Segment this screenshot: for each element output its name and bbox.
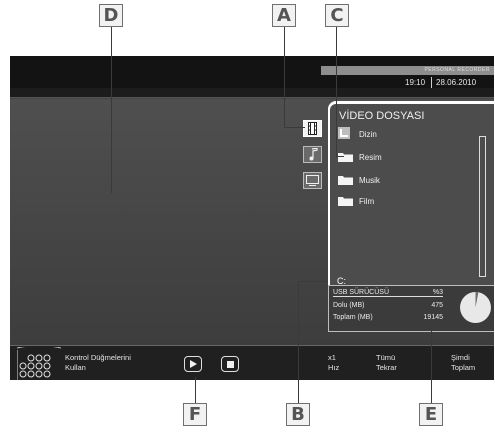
film-icon xyxy=(308,122,317,135)
callout-a-line xyxy=(284,127,305,128)
stop-icon xyxy=(226,360,234,368)
storage-gauge-slice xyxy=(475,292,479,308)
tab-music[interactable] xyxy=(303,146,322,163)
callout-e: E xyxy=(419,403,443,426)
speed-info: x1 Hız xyxy=(328,353,339,373)
storage-gauge xyxy=(460,292,491,323)
play-button[interactable] xyxy=(184,356,202,372)
time-label: Toplam xyxy=(451,363,476,372)
list-item[interactable]: Musik xyxy=(338,175,380,185)
control-hint-line1: Kontrol Düğmelerini xyxy=(65,353,131,362)
storage-percent: %3 xyxy=(432,289,443,296)
repeat-value: Tümü xyxy=(376,353,396,362)
repeat-info: Tümü Tekrar xyxy=(376,353,397,373)
list-item-label: Resim xyxy=(359,152,382,162)
storage-name-row: USB SÜRÜCÜSÜ %3 xyxy=(333,289,443,297)
time-value: Şimdi xyxy=(451,353,470,362)
storage-total-row: Toplam (MB) 19145 xyxy=(333,314,443,321)
clock-time: 19:10 xyxy=(405,78,426,87)
storage-used-value: 475 xyxy=(431,302,443,309)
callout-f: F xyxy=(183,403,207,426)
storage-used-label: Dolu (MB) xyxy=(333,302,365,309)
folder-icon xyxy=(338,175,353,185)
clock-date: 28.06.2010 xyxy=(436,78,477,87)
callout-b: B xyxy=(286,403,310,426)
list-item[interactable]: Film xyxy=(338,196,374,206)
callout-c-line xyxy=(336,156,344,157)
callout-b-line xyxy=(298,281,328,282)
callout-a-line xyxy=(284,27,285,128)
list-item-label: Dizin xyxy=(359,129,377,139)
callout-a: A xyxy=(272,4,296,27)
folder-icon xyxy=(338,152,353,162)
storage-total-value: 19145 xyxy=(423,314,443,321)
speed-value: x1 xyxy=(328,353,336,362)
up-folder-icon xyxy=(338,127,353,139)
personal-recorder-label: PERSONAL RECORDER xyxy=(321,66,494,75)
tab-video[interactable] xyxy=(303,120,322,137)
storage-info: USB SÜRÜCÜSÜ %3 Dolu (MB) 475 Toplam (MB… xyxy=(328,285,494,332)
remote-keypad-icon xyxy=(17,347,61,380)
callout-c: C xyxy=(325,4,349,27)
control-hint-line2: Kullan xyxy=(65,363,86,372)
callout-b-line xyxy=(298,281,299,403)
storage-used-row: Dolu (MB) 475 xyxy=(333,302,443,309)
storage-total-label: Toplam (MB) xyxy=(333,314,373,321)
callout-f-line xyxy=(195,377,196,403)
speed-label: Hız xyxy=(328,363,340,372)
clock-separator xyxy=(431,77,432,88)
repeat-label: Tekrar xyxy=(376,363,397,372)
music-note-icon xyxy=(309,148,318,161)
top-band xyxy=(10,88,494,98)
list-item[interactable]: Dizin xyxy=(338,127,377,139)
tab-picture[interactable] xyxy=(303,172,322,189)
tv-screen: PERSONAL RECORDER 19:10 28.06.2010 VİDEO… xyxy=(10,56,494,380)
bottom-bar: Kontrol Düğmelerini Kullan x1 Hız Tümü T… xyxy=(10,345,494,380)
play-icon xyxy=(190,360,197,368)
stop-button[interactable] xyxy=(221,356,239,372)
list-item-label: Musik xyxy=(359,175,380,185)
folder-icon xyxy=(338,196,353,206)
list-item-label: Film xyxy=(359,196,375,206)
list-item[interactable]: Resim xyxy=(338,152,382,162)
picture-icon xyxy=(306,175,319,186)
callout-d: D xyxy=(99,4,123,27)
callout-d-line xyxy=(111,27,112,193)
scrollbar[interactable] xyxy=(479,136,486,277)
storage-name: USB SÜRÜCÜSÜ xyxy=(333,289,390,296)
callout-c-line xyxy=(336,27,337,157)
control-hint: Kontrol Düğmelerini Kullan xyxy=(65,353,131,373)
panel-title: VİDEO DOSYASI xyxy=(339,110,425,122)
callout-e-line xyxy=(431,322,432,403)
time-info: Şimdi Toplam xyxy=(451,353,475,373)
